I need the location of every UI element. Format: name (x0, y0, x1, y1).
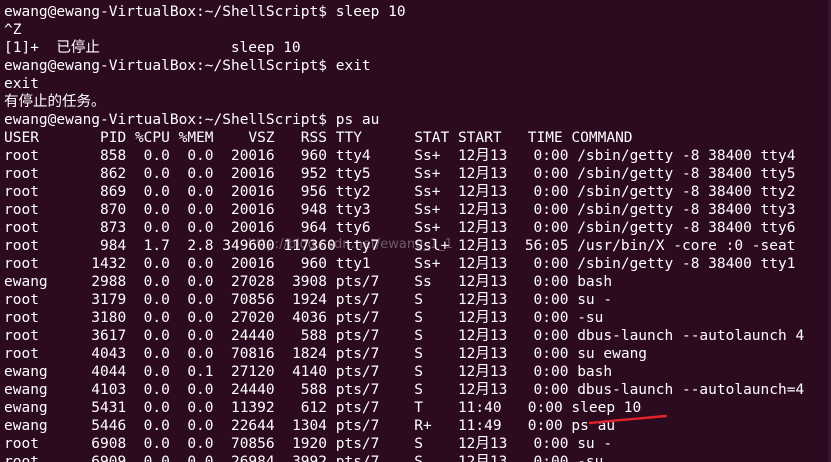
ps-row: root 4043 0.0 0.0 70816 1824 pts/7 S 12月… (4, 346, 648, 362)
terminal-window[interactable]: ewang@ewang-VirtualBox:~/ShellScript$ sl… (0, 0, 831, 462)
ps-row: root 870 0.0 0.0 20016 948 tty3 Ss+ 12月1… (4, 202, 796, 218)
ps-row: root 6908 0.0 0.0 70856 1920 pts/7 S 12月… (4, 436, 613, 452)
ps-row: root 1432 0.0 0.0 20016 960 tty1 Ss+ 12月… (4, 256, 796, 272)
ps-row: ewang 4103 0.0 0.0 24440 588 pts/7 S 12月… (4, 382, 805, 398)
prompt-line: ewang@ewang-VirtualBox:~/ShellScript$ ex… (4, 58, 371, 74)
job-status-line: [1]+ 已停止 sleep 10 (4, 40, 301, 56)
ps-row: root 3179 0.0 0.0 70856 1924 pts/7 S 12月… (4, 292, 613, 308)
ps-row: root 6909 0.0 0.0 26984 3992 pts/7 S 12月… (4, 454, 604, 462)
output-line: 有停止的任务。 (4, 94, 106, 110)
ps-header: USER PID %CPU %MEM VSZ RSS TTY STAT STAR… (4, 130, 633, 146)
ps-row: root 862 0.0 0.0 20016 952 tty5 Ss+ 12月1… (4, 166, 796, 182)
ps-row: root 984 1.7 2.8 349600 117360 tty7 Ssl+… (4, 238, 796, 254)
ps-row: root 3617 0.0 0.0 24440 588 pts/7 S 12月1… (4, 328, 805, 344)
ps-row: ewang 5446 0.0 0.0 22644 1304 pts/7 R+ 1… (4, 418, 616, 434)
output-line: exit (4, 76, 39, 92)
prompt-line: ewang@ewang-VirtualBox:~/ShellScript$ ps… (4, 112, 380, 128)
ps-row: ewang 2988 0.0 0.0 27028 3908 pts/7 Ss 1… (4, 274, 613, 290)
ps-row: root 873 0.0 0.0 20016 964 tty6 Ss+ 12月1… (4, 220, 796, 236)
ps-row: root 869 0.0 0.0 20016 956 tty2 Ss+ 12月1… (4, 184, 796, 200)
ps-row: root 3180 0.0 0.0 27020 4036 pts/7 S 12月… (4, 310, 604, 326)
ps-row-stopped-job: ewang 5431 0.0 0.0 11392 612 pts/7 T 11:… (4, 400, 642, 416)
ps-row: ewang 4044 0.0 0.1 27120 4140 pts/7 S 12… (4, 364, 613, 380)
prompt-line: ewang@ewang-VirtualBox:~/ShellScript$ sl… (4, 4, 406, 20)
output-line: ^Z (4, 22, 22, 38)
ps-row: root 858 0.0 0.0 20016 960 tty4 Ss+ 12月1… (4, 148, 796, 164)
